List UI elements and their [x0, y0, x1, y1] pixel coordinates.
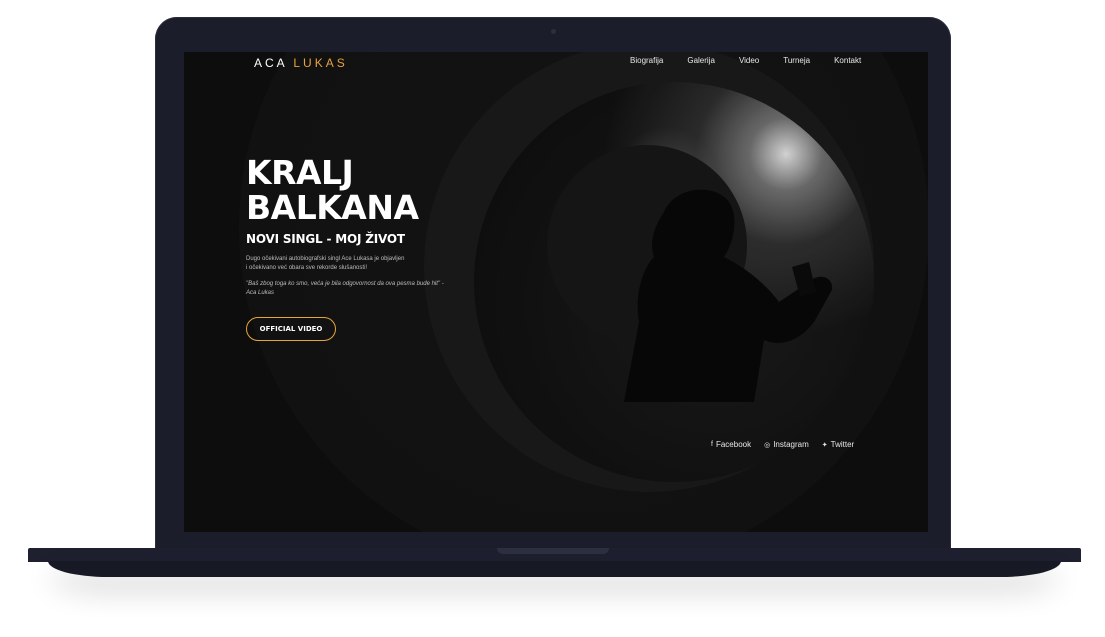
site-logo[interactable]: ACA LUKAS — [254, 56, 348, 70]
website-screen: ACA LUKAS Biografija Galerija Video Turn… — [184, 52, 928, 532]
singer-silhouette — [624, 189, 833, 402]
facebook-label: Facebook — [715, 440, 752, 449]
hero-quote: "Baš zbog toga ko smo, veća je bila odgo… — [246, 281, 444, 296]
hero-description: Dugo očekivani autobiografski singl Ace … — [246, 256, 405, 271]
laptop-notch — [497, 548, 609, 554]
hero-subtitle: NOVI SINGL - MOJ ŽIVOT — [246, 232, 405, 246]
nav-item-kontakt[interactable]: Kontakt — [834, 56, 861, 65]
hero-title: KRALJ BALKANA — [246, 155, 419, 225]
nav-item-turneja[interactable]: Turneja — [783, 56, 810, 65]
logo-first-name: ACA — [254, 56, 288, 70]
instagram-icon: ◎ — [764, 441, 771, 449]
official-video-button[interactable]: OFFICIAL VIDEO — [246, 317, 336, 341]
webcam — [551, 29, 556, 34]
main-nav: Biografija Galerija Video Turneja Kontak… — [630, 56, 885, 65]
nav-item-galerija[interactable]: Galerija — [687, 56, 715, 65]
nav-item-video[interactable]: Video — [739, 56, 759, 65]
logo-last-name: LUKAS — [293, 56, 348, 70]
twitter-label: Twitter — [830, 440, 855, 449]
facebook-icon: f — [711, 441, 713, 448]
hero-title-line-2: BALKANA — [246, 188, 419, 227]
social-links: f Facebook ◎ Instagram ✦ Twitter — [711, 440, 867, 449]
instagram-link[interactable]: ◎ Instagram — [764, 440, 809, 449]
twitter-icon: ✦ — [821, 441, 828, 449]
instagram-label: Instagram — [773, 440, 809, 449]
laptop-base-bottom — [48, 561, 1061, 577]
facebook-link[interactable]: f Facebook — [711, 440, 751, 449]
twitter-link[interactable]: ✦ Twitter — [822, 440, 854, 449]
nav-item-biografija[interactable]: Biografija — [630, 56, 663, 65]
hero-title-line-1: KRALJ — [246, 153, 354, 192]
